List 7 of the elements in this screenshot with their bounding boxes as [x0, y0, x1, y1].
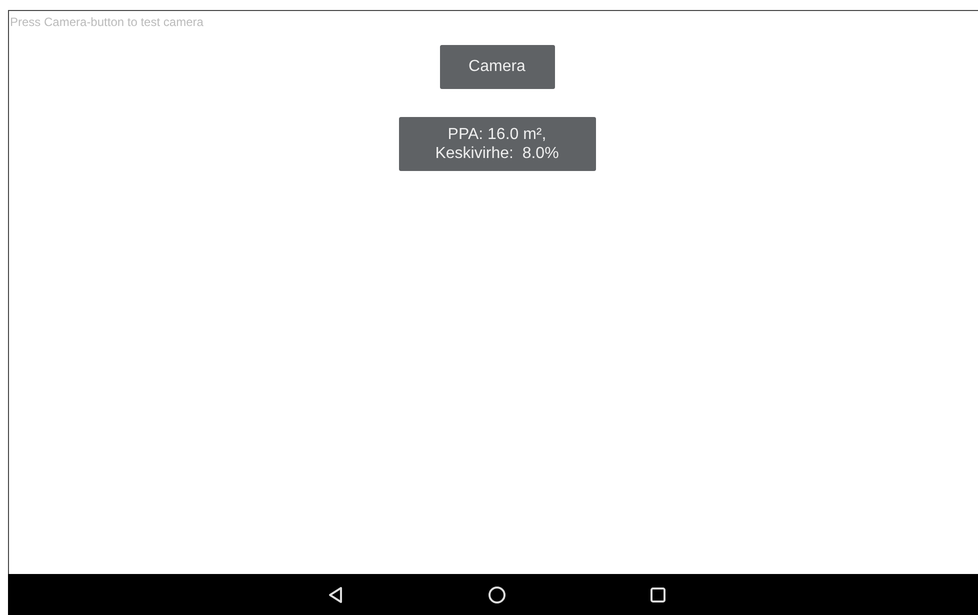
back-icon[interactable] — [328, 586, 344, 604]
home-icon[interactable] — [488, 586, 506, 604]
result-text: Keskivirhe: 8.0% — [435, 144, 559, 163]
recents-icon[interactable] — [650, 586, 666, 602]
camera-button[interactable]: Camera — [440, 45, 554, 89]
hint-text: Press Camera-button to test camera — [9, 14, 204, 29]
result-text: PPA: 16.0 m², — [448, 125, 546, 144]
